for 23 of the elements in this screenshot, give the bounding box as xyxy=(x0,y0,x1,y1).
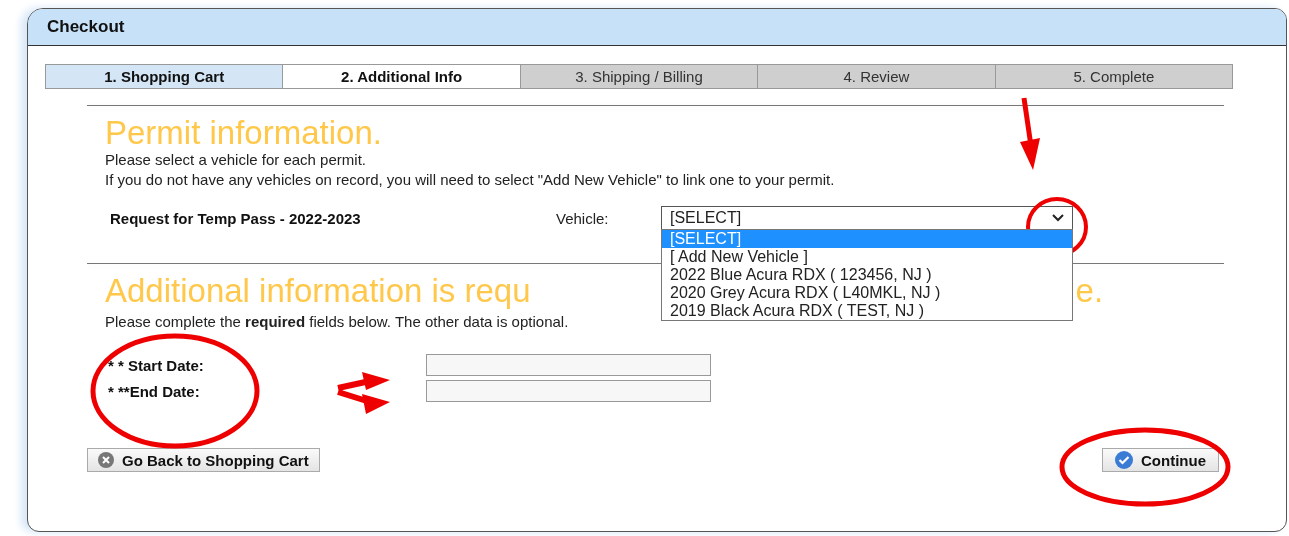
permit-name: Request for Temp Pass - 2022-2023 xyxy=(110,209,362,227)
heading-fragment: e. xyxy=(1075,274,1104,308)
step-tab[interactable]: 4. Review xyxy=(758,65,996,88)
field-label: * * Start Date: xyxy=(108,356,205,374)
continue-button[interactable]: Continue xyxy=(1102,448,1219,472)
vehicle-select[interactable]: [SELECT] xyxy=(661,206,1073,230)
instruction-text: Please select a vehicle for each permit. xyxy=(105,150,366,170)
step-tab[interactable]: 3. Shipping / Billing xyxy=(520,65,759,88)
section-heading: Additional information is requ xyxy=(105,274,531,308)
vehicle-label: Vehicle: xyxy=(556,209,610,227)
step-tab[interactable]: 5. Complete xyxy=(995,65,1233,88)
window-title: Checkout xyxy=(47,17,125,37)
field-label: * **End Date: xyxy=(108,382,201,400)
instruction-text: If you do not have any vehicles on record, you will need to select "Add New Vehicle" to link one to your permit. xyxy=(105,170,835,190)
chevron-icon xyxy=(1052,214,1064,222)
check-icon xyxy=(1115,451,1133,469)
close-icon xyxy=(98,452,114,468)
back-button[interactable]: Go Back to Shopping Cart xyxy=(87,448,320,472)
instruction-text: Please complete the required fields below. The other data is optional. xyxy=(105,312,569,332)
step-tab[interactable]: 1. Shopping Cart xyxy=(46,65,284,88)
date-field[interactable] xyxy=(426,354,711,376)
section-heading: Permit information. xyxy=(105,116,382,150)
date-field[interactable] xyxy=(426,380,711,402)
